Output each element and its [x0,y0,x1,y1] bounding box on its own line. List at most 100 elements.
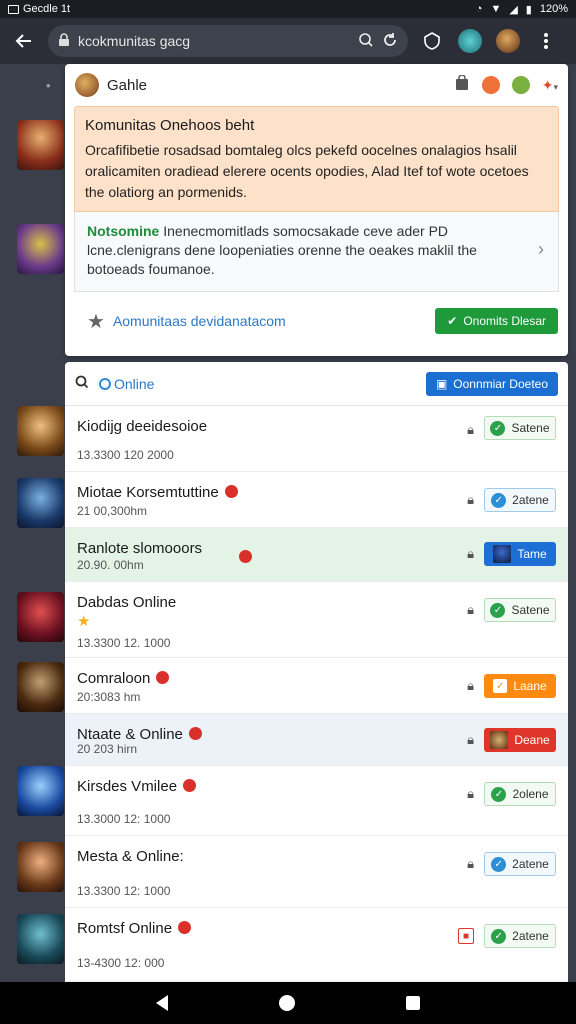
community-link[interactable]: Aomunitaas devidanatacom [113,313,286,329]
status-pill[interactable]: ✓ 2atene [484,488,556,512]
status-pill[interactable]: ✓ 2olene [484,782,556,806]
system-nav-bar [0,982,576,1024]
alert-badge-icon [239,550,252,563]
table-row[interactable]: Mesta & Online: 13.3300 12: 1000 🔒︎ ✓ 2at… [65,836,568,908]
community-logo [75,73,99,97]
table-row[interactable]: Miotae Korsemtuttine 21 00,300hm 🔒︎ ✓ 2at… [65,472,568,528]
notice-box[interactable]: Notsomine Inenecmomitlads somocsakade ce… [74,212,559,292]
lock-icon: 🔒︎ [467,492,474,507]
status-pill-label: 2atene [512,929,549,943]
card-title: Gahle [107,76,148,94]
status-pill-label: 2olene [512,787,549,801]
bag-icon[interactable] [454,73,470,96]
browser-toolbar: kcokmunitas gacg [0,18,576,64]
status-bar: Gecdle 1t ◔ ▼ ◢ ▮ 120% [0,0,576,18]
rail-avatar[interactable] [17,224,64,274]
community-card: Gahle ✦▾ Komunitas Onehoos beht Orcafifi… [65,64,568,356]
row-meta: 20:3083 hm [77,690,141,704]
lock-icon: 🔒︎ [467,422,474,437]
star-icon: ★ [77,613,91,630]
search-icon[interactable] [358,32,374,51]
status-pill-label: Laane [513,679,547,693]
banner-title: Komunitas Onehoos beht [85,117,255,134]
shield-icon[interactable] [418,27,446,55]
check-icon: ✓ [491,492,507,508]
alert-badge-icon [224,484,238,498]
table-row[interactable]: Kirsdes Vmilee 13.3000 12: 1000 🔒︎ ✓ 2ole… [65,766,568,836]
panel-header: Online ▣ Oonnmiar Doeteo [65,362,568,406]
wifi-icon: ▼ [490,3,502,15]
lock-icon: 🔒︎ [467,856,474,871]
row-name: Ranlote slomooors [77,540,203,557]
status-pill[interactable]: Tame [484,542,556,566]
action-button-label: Onomits Dlesar [463,314,546,328]
status-pill[interactable]: Deane [484,728,556,752]
profile-avatar[interactable] [494,27,522,55]
status-pill[interactable]: ✓ Satene [484,598,556,622]
url-bar[interactable]: kcokmunitas gacg [48,25,408,57]
chevron-right-icon[interactable]: › [538,240,544,259]
extension-icon[interactable] [456,27,484,55]
table-row[interactable]: Dabdas Online ★ 13.3300 12. 1000 🔒︎ ✓ Sat… [65,582,568,658]
more-menu-icon[interactable] [532,27,560,55]
rail-avatar[interactable] [17,766,64,816]
nav-home-icon[interactable] [278,995,295,1011]
document-icon: ▣ [435,376,448,391]
online-filter[interactable]: Online [114,376,154,392]
battery-icon: ▮ [525,3,532,16]
row-meta: 13.3300 12: 1000 [77,884,171,898]
row-name: Dabdas Online [77,594,177,611]
lock-icon: 🔒︎ [467,678,474,693]
rail-avatar[interactable] [17,120,64,170]
action-button[interactable]: ✔ Onomits Dlesar [435,308,558,334]
status-pill[interactable]: ✓ Laane [484,674,556,698]
status-left-text: Gecdle 1t [23,3,71,15]
row-meta: 20 203 hirn [77,742,138,756]
online-list-panel: Online ▣ Oonnmiar Doeteo Kiodijg deeides… [65,362,568,982]
status-pill-label: 2atene [512,493,549,507]
banner-body: Orcafifibetie rosadsad bomtaleg olcs pek… [85,142,529,200]
rail-avatar[interactable] [17,478,64,528]
status-pill[interactable]: ✓ 2atene [484,852,556,876]
row-name: Kirsdes Vmilee [77,778,178,795]
reload-icon[interactable] [382,32,398,51]
table-row[interactable]: Ntaate & Online 20 203 hirn 🔒︎ Deane [65,714,568,766]
header-action-label: Oonnmiar Doeteo [453,376,548,391]
leaf-icon[interactable] [511,76,530,94]
back-button[interactable] [10,27,38,55]
row-name-wrap: Ntaate & Online [77,726,202,743]
status-pill-label: Tame [517,547,547,561]
check-icon: ✔ [447,314,458,328]
check-icon: ✓ [490,420,506,436]
arrow-left-icon [15,34,31,48]
table-row[interactable]: Comraloon 20:3083 hm 🔒︎ ✓ Laane [65,658,568,714]
status-pill[interactable]: ✓ 2atene [484,924,556,948]
status-pill[interactable]: ✓ Satene [484,416,556,440]
rail-avatar[interactable] [17,406,64,456]
fire-icon[interactable] [481,76,500,94]
nav-back-icon[interactable] [155,995,168,1011]
rail-avatar[interactable] [17,914,64,964]
alarm-icon: ◔ [475,3,483,15]
table-row[interactable]: Kiodijg deeidesoioe 13.3300 120 2000 🔒︎ … [65,406,568,472]
rail-avatar[interactable] [17,592,64,642]
puzzle-icon[interactable]: ✦▾ [542,77,558,94]
row-name: Ntaate & Online [77,726,183,743]
search-icon[interactable] [75,375,89,392]
table-row[interactable]: Romtsf Online 13-4300 12: 000 ■ ✓ 2atene [65,908,568,982]
check-icon: ✓ [491,928,507,944]
card-header: Gahle ✦▾ [65,64,568,106]
nav-recents-icon[interactable] [406,996,421,1010]
lock-icon: 🔒︎ [467,786,474,801]
star-icon: ★ [87,310,105,333]
card-footer: ★ Aomunitaas devidanatacom ✔ Onomits Dle… [65,292,568,350]
rail-avatar[interactable] [17,662,64,712]
table-row[interactable]: Ranlote slomooors 20.90. 00hm 🔒︎ Tame [65,528,568,582]
header-action-button[interactable]: ▣ Oonnmiar Doeteo [425,371,558,396]
row-name: Miotae Korsemtuttine [77,484,219,501]
row-meta: 13.3300 120 2000 [77,448,174,462]
lock-icon: 🔒︎ [467,602,474,617]
check-icon: ✓ [490,602,506,618]
rail-avatar[interactable] [17,842,64,892]
alert-badge-icon [183,778,197,792]
